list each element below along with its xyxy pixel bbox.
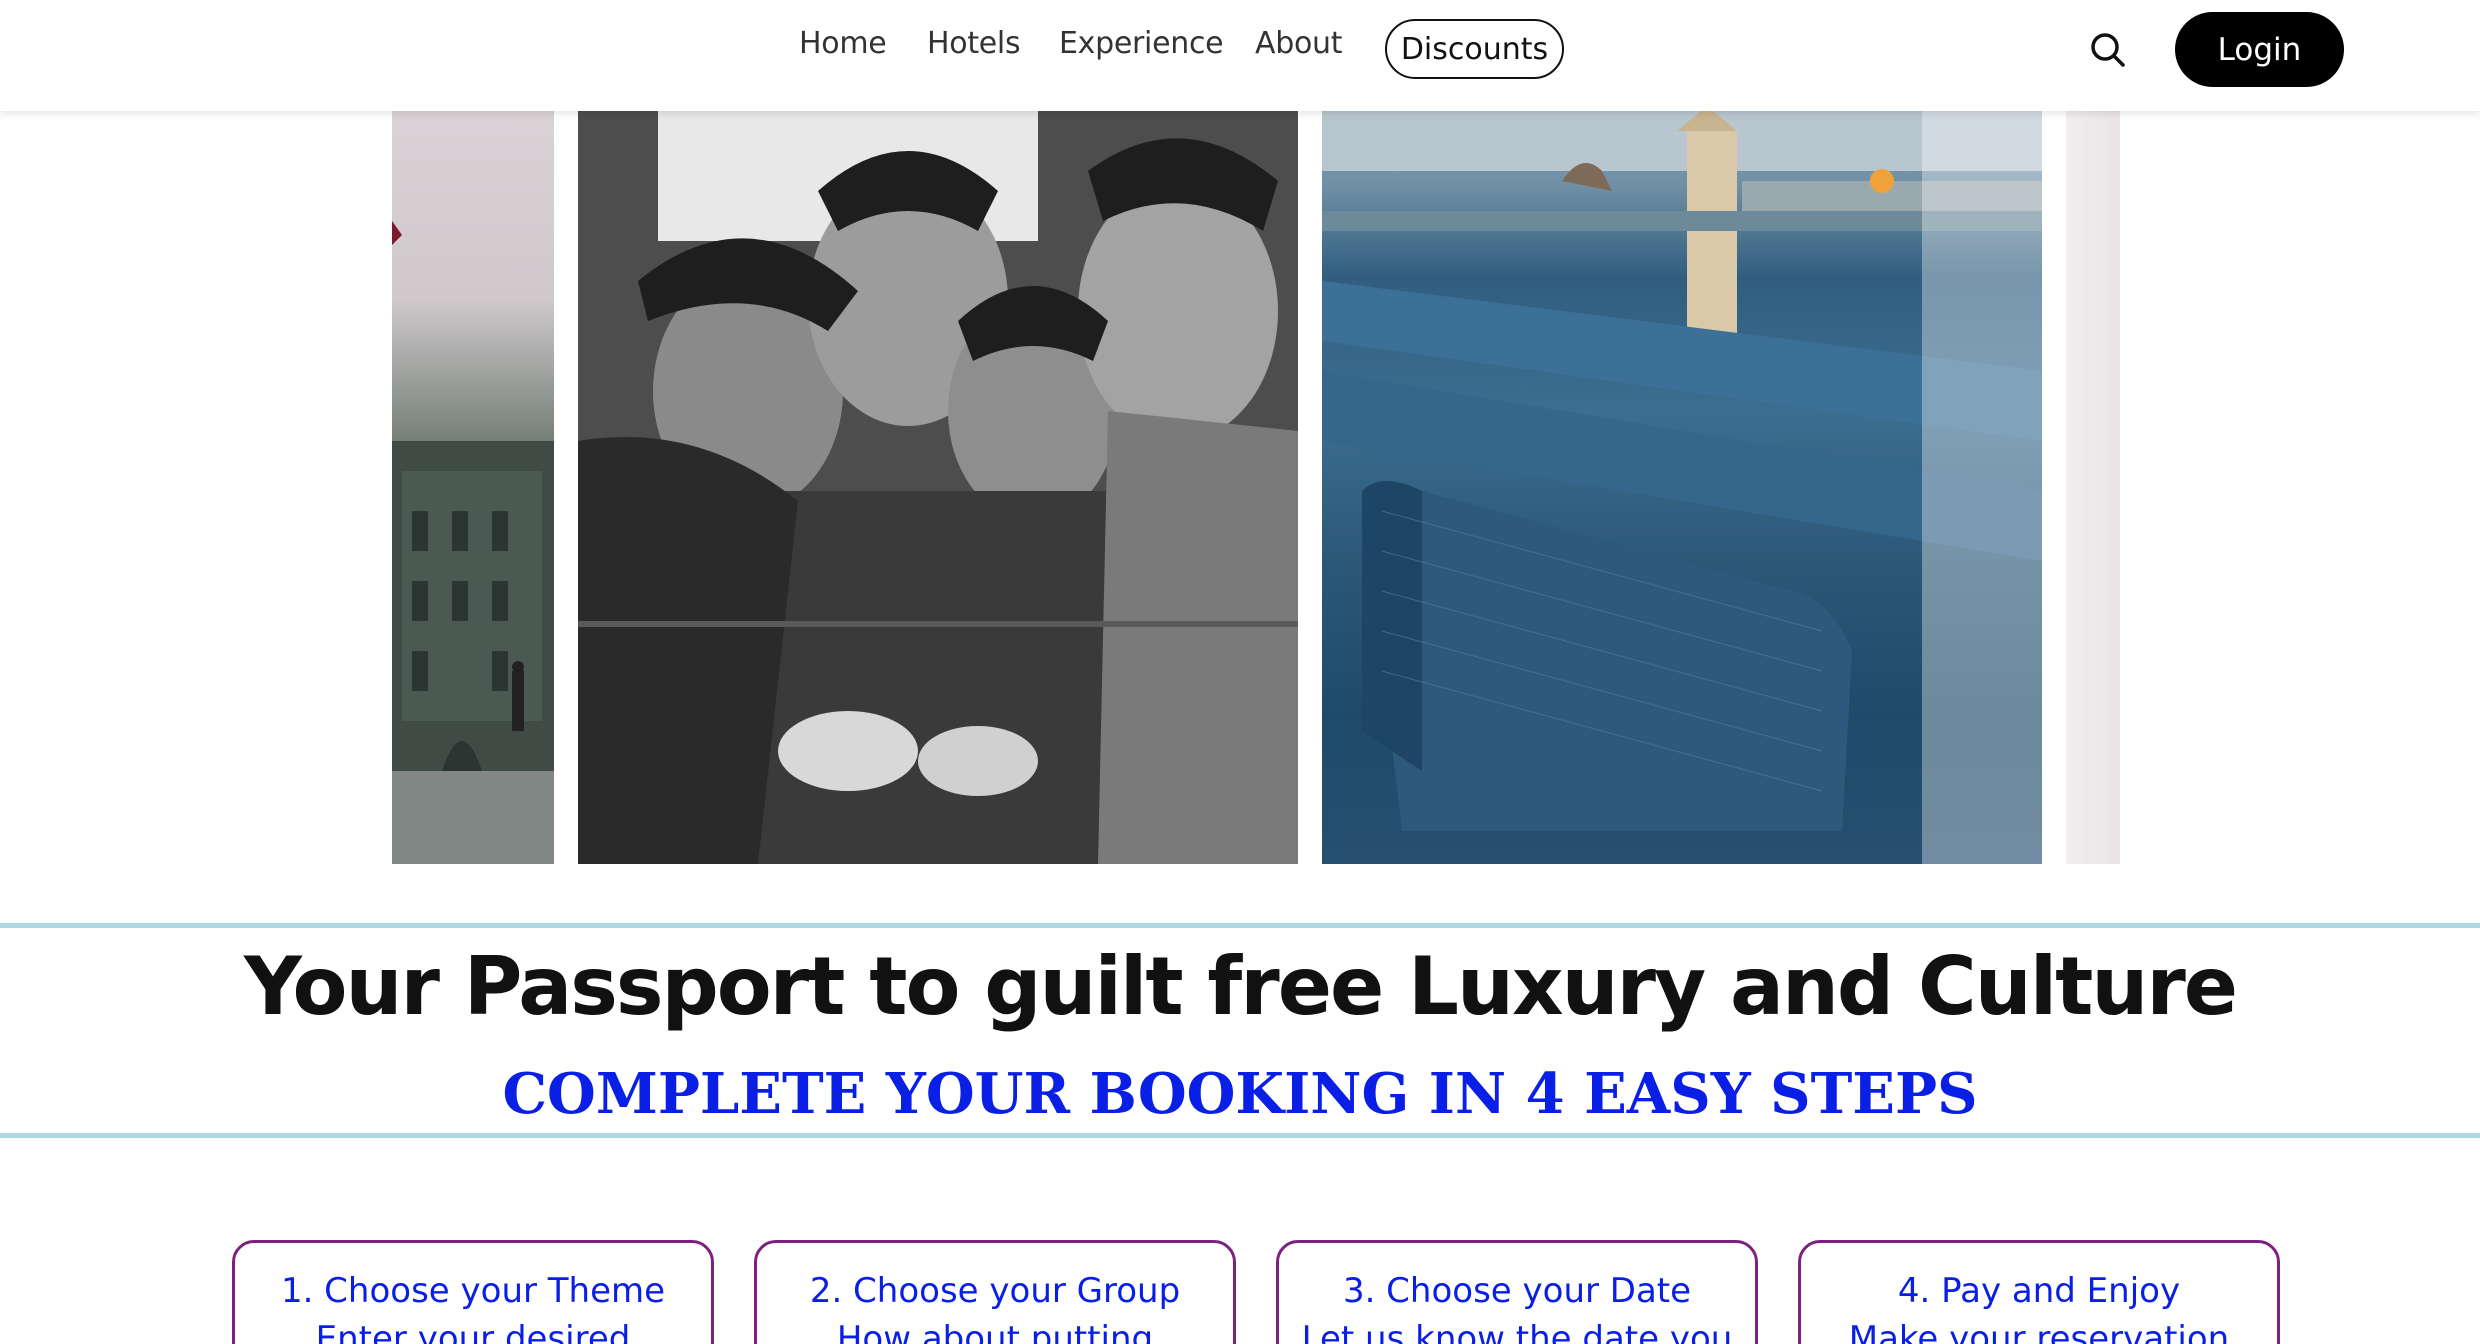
step-title: 3. Choose your Date	[1342, 1271, 1692, 1311]
step-card-pay[interactable]: 4. Pay and Enjoy Make your reservation	[1798, 1240, 2280, 1344]
city-plaza-photo	[392, 111, 554, 864]
divider-bottom	[0, 1133, 2480, 1138]
nav-hotels[interactable]: Hotels	[927, 26, 1021, 61]
photo-gallery[interactable]	[392, 111, 2120, 864]
nav-home[interactable]: Home	[799, 26, 887, 61]
divider-top	[0, 923, 2480, 928]
next-photo	[2066, 111, 2120, 864]
login-button[interactable]: Login	[2175, 12, 2344, 87]
step-description: Enter your desired	[315, 1319, 631, 1344]
step-title: 1. Choose your Theme	[280, 1271, 666, 1311]
discounts-button[interactable]: Discounts	[1385, 19, 1564, 79]
site-header: Home Hotels Experience About Discounts L…	[0, 0, 2480, 111]
nav-about[interactable]: About	[1255, 26, 1343, 61]
step-description: Let us know the date you	[1301, 1319, 1733, 1344]
step-card-date[interactable]: 3. Choose your Date Let us know the date…	[1276, 1240, 1758, 1344]
children-smiling-photo	[578, 111, 1298, 864]
step-card-theme[interactable]: 1. Choose your Theme Enter your desired	[232, 1240, 714, 1344]
nav-experience[interactable]: Experience	[1059, 26, 1224, 61]
hotel-pool-photo	[1322, 111, 2042, 864]
booking-steps-subtitle: COMPLETE YOUR BOOKING IN 4 EASY STEPS	[502, 1061, 1978, 1127]
step-description: How about putting	[836, 1319, 1154, 1344]
step-title: 4. Pay and Enjoy	[1897, 1271, 2181, 1311]
page-title: Your Passport to guilt free Luxury and C…	[243, 940, 2238, 1033]
step-title: 2. Choose your Group	[809, 1271, 1181, 1311]
search-icon[interactable]	[2088, 28, 2128, 72]
step-card-group[interactable]: 2. Choose your Group How about putting	[754, 1240, 1236, 1344]
step-description: Make your reservation	[1848, 1319, 2230, 1344]
